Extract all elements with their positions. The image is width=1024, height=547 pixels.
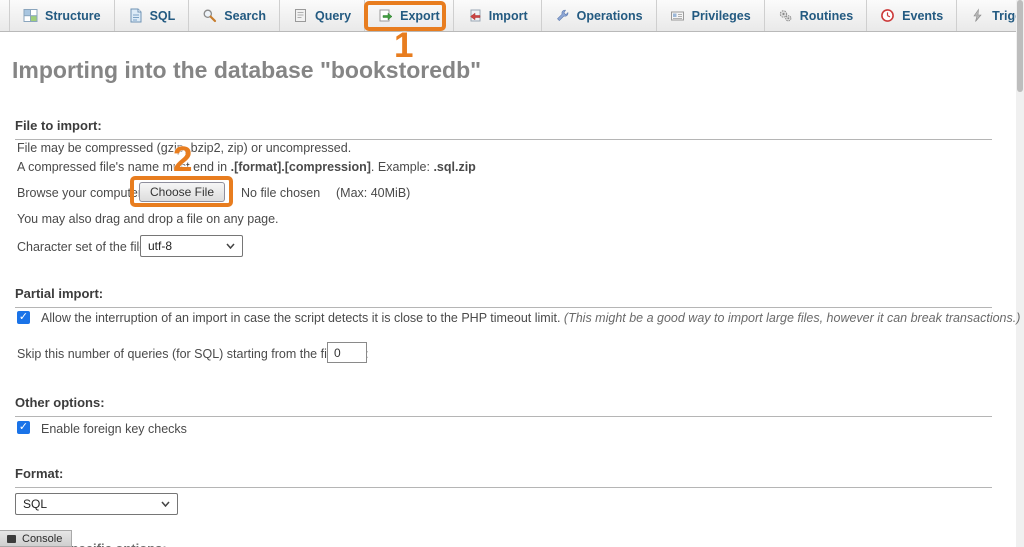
tab-label: Routines [799, 8, 854, 23]
allow-interruption-label: Allow the interruption of an import in c… [41, 311, 1020, 325]
skip-queries-label: Skip this number of queries (for SQL) st… [17, 347, 369, 361]
triggers-icon [973, 8, 982, 22]
choose-file-button[interactable]: Choose File [139, 182, 225, 202]
compression-info-line1: File may be compressed (gzip, bzip2, zip… [17, 141, 352, 155]
format-select[interactable]: SQL [15, 493, 178, 515]
tab-label: Export [400, 8, 440, 23]
console-icon [7, 534, 16, 543]
tab-label: Search [224, 8, 266, 23]
line2-example: .sql.zip [433, 160, 476, 174]
tab-events[interactable]: Events [867, 0, 958, 31]
operations-icon [556, 9, 568, 22]
allow-interruption-checkbox[interactable]: ✓ [17, 311, 30, 324]
tab-operations[interactable]: Operations [542, 0, 657, 31]
no-file-chosen-text: No file chosen [241, 186, 321, 200]
drag-drop-hint: You may also drag and drop a file on any… [17, 212, 279, 226]
structure-icon [23, 9, 38, 22]
partial-import-heading: Partial import: [15, 286, 992, 308]
chevron-down-icon [161, 501, 170, 507]
phpmyadmin-import-page: Structure SQL Search Query Export Import… [0, 0, 1024, 547]
tab-label: Import [488, 8, 528, 23]
scrollbar-thumb[interactable] [1017, 0, 1023, 92]
tab-sql[interactable]: SQL [115, 0, 190, 31]
format-heading: Format: [15, 466, 992, 488]
tab-label: Operations [576, 8, 643, 23]
console-label: Console [22, 532, 63, 545]
console-toggle[interactable]: Console [0, 530, 73, 547]
export-icon [379, 9, 393, 22]
charset-label: Character set of the file: [17, 240, 150, 254]
max-upload-size: (Max: 40MiB) [336, 186, 411, 200]
compression-info-line2: A compressed file's name must end in .[f… [17, 160, 476, 174]
file-to-import-heading: File to import: [15, 118, 992, 140]
sql-icon [130, 8, 142, 23]
foreign-key-checks-checkbox[interactable]: ✓ [17, 421, 30, 434]
tab-routines[interactable]: Routines [765, 0, 868, 31]
tab-export[interactable]: Export [365, 0, 454, 31]
search-icon [203, 9, 217, 23]
database-tab-bar: Structure SQL Search Query Export Import… [0, 0, 1024, 32]
tab-label: SQL [149, 8, 176, 23]
tab-search[interactable]: Search [189, 0, 280, 31]
tab-query[interactable]: Query [280, 0, 366, 31]
tab-privileges[interactable]: Privileges [657, 0, 765, 31]
tab-label: Query [314, 8, 352, 23]
skip-queries-input[interactable] [327, 342, 367, 363]
import-icon [469, 9, 481, 22]
routines-icon [779, 10, 792, 22]
page-title: Importing into the database "bookstoredb… [12, 57, 482, 83]
charset-selected-value: utf-8 [148, 239, 173, 253]
line2-mid: . Example: [370, 160, 434, 174]
tab-label: Events [902, 8, 944, 23]
chevron-down-icon [226, 243, 235, 249]
browse-computer-label: Browse your computer: [17, 186, 146, 200]
tab-import[interactable]: Import [454, 0, 542, 31]
tab-triggers[interactable]: Triggers [957, 0, 1024, 31]
foreign-key-checks-label: Enable foreign key checks [41, 422, 187, 436]
other-options-heading: Other options: [15, 395, 992, 417]
charset-select[interactable]: utf-8 [140, 235, 243, 257]
interrupt-text: Allow the interruption of an import in c… [41, 311, 564, 325]
privileges-icon [670, 11, 684, 21]
line2-format-pattern: .[format].[compression] [230, 160, 371, 174]
query-icon [294, 9, 306, 22]
events-icon [881, 9, 895, 22]
tab-structure[interactable]: Structure [9, 0, 115, 31]
format-selected-value: SQL [23, 497, 48, 511]
tab-label: Structure [45, 8, 101, 23]
line2-prefix: A compressed file's name must end in [17, 160, 231, 174]
tab-label: Privileges [691, 8, 751, 23]
interrupt-note: (This might be a good way to import larg… [563, 311, 1021, 325]
vertical-scrollbar[interactable] [1016, 0, 1024, 547]
